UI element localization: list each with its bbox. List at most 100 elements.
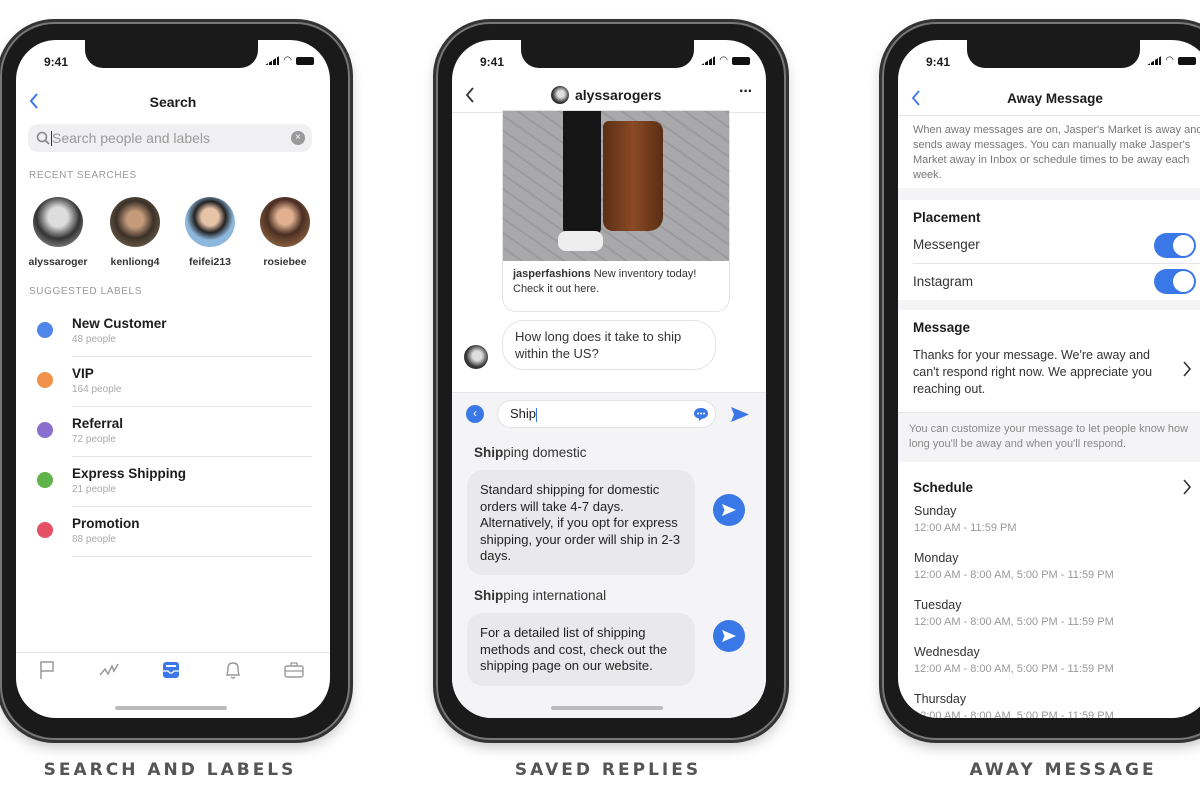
label-count: 88 people (72, 534, 116, 545)
send-icon[interactable] (730, 406, 750, 423)
clear-icon[interactable]: × (291, 131, 305, 145)
schedule-day: Tuesday (914, 598, 962, 612)
avatar[interactable] (110, 197, 160, 247)
post-author: jasperfashions (513, 268, 591, 280)
label-color-dot (37, 322, 53, 338)
label-count: 164 people (72, 384, 122, 395)
search-icon (36, 131, 50, 145)
signal-icon (265, 56, 280, 65)
phone-away-message: 9:41 ◠ Away Message When away messages a… (882, 22, 1200, 740)
away-message-text[interactable]: Thanks for your message. We're away and … (913, 347, 1171, 398)
label-color-dot (37, 422, 53, 438)
status-time: 9:41 (44, 55, 69, 69)
divider (72, 356, 312, 357)
recent-name[interactable]: feifei213 (170, 256, 250, 268)
avatar[interactable] (260, 197, 310, 247)
message-input-value: Ship (510, 406, 537, 421)
wifi-icon: ◠ (719, 54, 728, 66)
label-count: 48 people (72, 334, 116, 345)
recent-name[interactable]: rosiebee (245, 256, 325, 268)
divider (72, 406, 312, 407)
send-reply-button[interactable] (713, 620, 745, 652)
battery-icon (1178, 56, 1196, 65)
wifi-icon: ◠ (283, 54, 292, 66)
away-screen: 9:41 ◠ Away Message When away messages a… (898, 40, 1200, 718)
notch (521, 40, 694, 68)
section-separator (898, 188, 1200, 200)
label-title: Express Shipping (72, 466, 187, 481)
shared-post-card[interactable]: jasperfashions New inventory today! Chec… (502, 110, 730, 312)
search-screen: 9:41 ◠ Search Search people and labels ×… (16, 40, 330, 718)
label-row-new-customer[interactable]: New Customer 48 people (16, 310, 330, 360)
match-text: Ship (474, 445, 504, 460)
saved-reply-title[interactable]: Shipping international (474, 588, 606, 603)
saved-replies-icon[interactable] (693, 407, 709, 422)
status-icons: ◠ (701, 54, 750, 66)
label-row-referral[interactable]: Referral 72 people (16, 410, 330, 460)
back-button[interactable] (464, 86, 476, 109)
header-divider (898, 115, 1200, 116)
more-options-icon[interactable]: ··· (739, 83, 753, 101)
flag-icon[interactable] (38, 660, 56, 680)
recent-searches-heading: RECENT SEARCHES (29, 170, 137, 181)
schedule-day: Sunday (914, 504, 957, 518)
divider (72, 506, 312, 507)
label-row-promotion[interactable]: Promotion 88 people (16, 510, 330, 560)
reply-title-rest: ping international (503, 588, 607, 603)
chevron-right-icon[interactable] (1182, 361, 1192, 377)
message-input[interactable]: Ship (497, 400, 716, 428)
status-time: 9:41 (926, 55, 951, 69)
placement-heading: Placement (913, 210, 981, 225)
label-title: VIP (72, 366, 94, 381)
briefcase-icon[interactable] (284, 661, 304, 679)
schedule-time: 12:00 AM - 8:00 AM, 5:00 PM - 11:59 PM (914, 569, 1114, 581)
chevron-right-icon[interactable] (1182, 479, 1192, 495)
saved-reply-body[interactable]: Standard shipping for domestic orders wi… (467, 470, 695, 575)
status-icons: ◠ (1147, 54, 1196, 66)
placement-label: Messenger (913, 237, 980, 252)
divider (913, 263, 1200, 264)
away-description: When away messages are on, Jasper's Mark… (913, 124, 1200, 181)
chevron-left-icon (465, 87, 474, 103)
caption-away-message: AWAY MESSAGE (969, 760, 1157, 780)
contact-avatar[interactable] (551, 86, 569, 104)
bell-icon[interactable] (223, 660, 243, 680)
label-color-dot (37, 472, 53, 488)
recent-name[interactable]: kenliong4 (95, 256, 175, 268)
activity-icon[interactable] (99, 662, 119, 678)
message-hint: You can customize your message to let pe… (909, 423, 1189, 450)
avatar[interactable] (33, 197, 83, 247)
schedule-day: Wednesday (914, 645, 980, 659)
match-text: Ship (474, 588, 504, 603)
placement-label: Instagram (913, 274, 974, 289)
saved-reply-title[interactable]: Shipping domestic (474, 445, 587, 460)
contact-name[interactable]: alyssarogers (575, 87, 661, 103)
inbox-icon[interactable] (161, 660, 181, 680)
status-icons: ◠ (265, 54, 314, 66)
collapse-button[interactable]: ‹ (466, 405, 484, 423)
saved-reply-body[interactable]: For a detailed list of shipping methods … (467, 613, 695, 686)
phone-saved-replies: 9:41 ◠ alyssarogers ··· jasperfashions N… (436, 22, 786, 740)
label-title: Referral (72, 416, 124, 431)
page-title: Search (149, 94, 197, 110)
divider (72, 456, 312, 457)
home-indicator (115, 706, 227, 710)
avatar[interactable] (185, 197, 235, 247)
page-title: Away Message (1007, 91, 1103, 106)
wifi-icon: ◠ (1165, 54, 1174, 66)
label-row-express-shipping[interactable]: Express Shipping 21 people (16, 460, 330, 510)
label-title: Promotion (72, 516, 140, 531)
divider (72, 556, 312, 557)
messenger-toggle[interactable] (1154, 233, 1196, 258)
send-reply-button[interactable] (713, 494, 745, 526)
label-color-dot (37, 372, 53, 388)
label-count: 21 people (72, 484, 116, 495)
recent-name[interactable]: alyssaroger (18, 256, 98, 268)
instagram-toggle[interactable] (1154, 269, 1196, 294)
search-input[interactable]: Search people and labels × (28, 124, 312, 152)
message-heading: Message (913, 320, 971, 335)
label-row-vip[interactable]: VIP 164 people (16, 360, 330, 410)
home-indicator (551, 706, 663, 710)
send-icon (722, 630, 736, 642)
chat-screen: 9:41 ◠ alyssarogers ··· jasperfashions N… (452, 40, 766, 718)
